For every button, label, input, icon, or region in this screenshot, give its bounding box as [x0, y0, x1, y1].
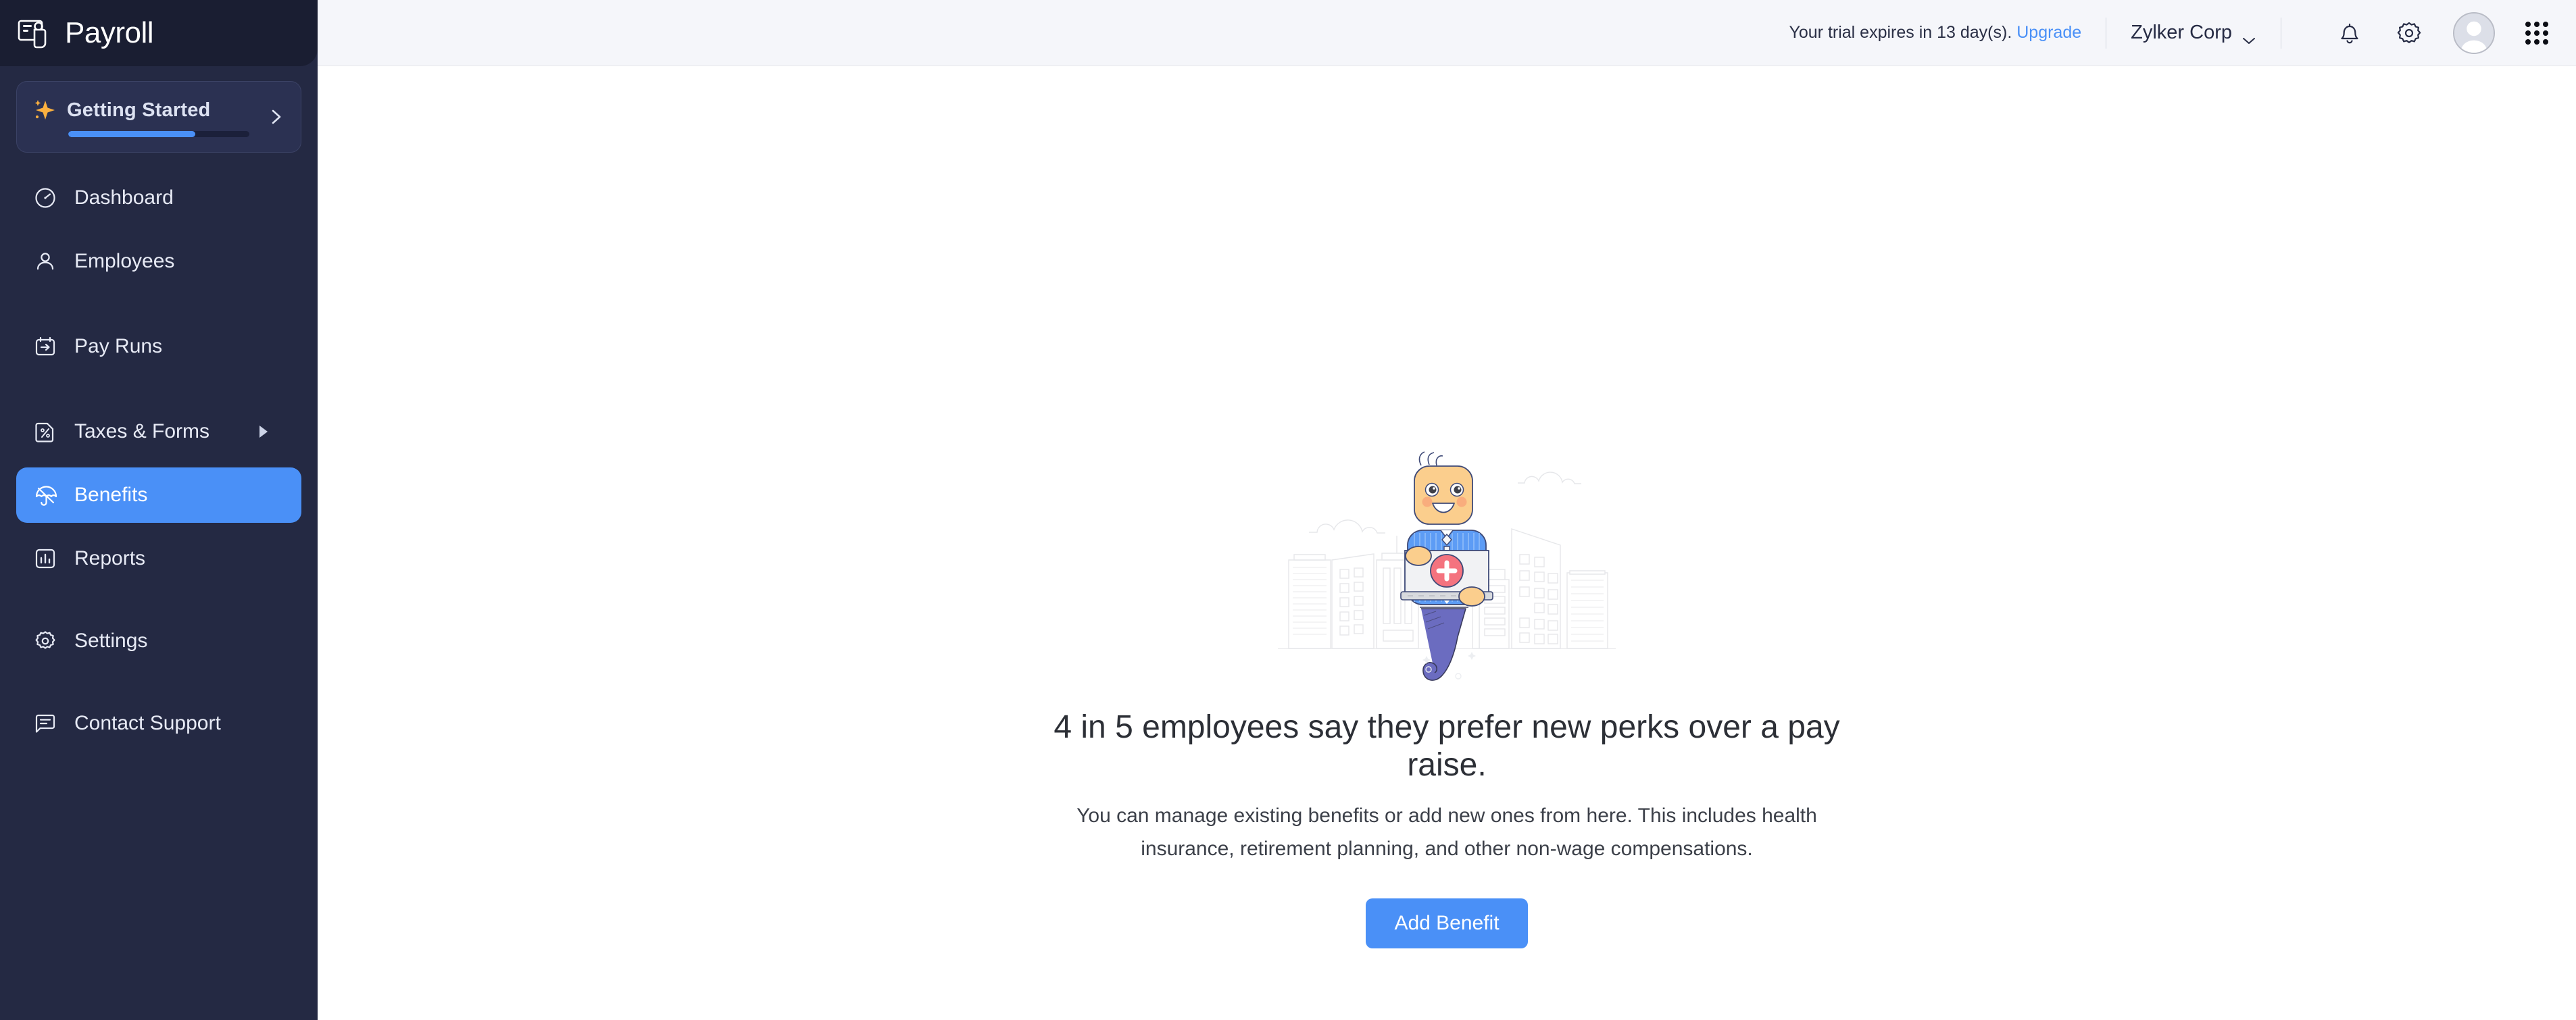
getting-started-progress [68, 131, 249, 137]
upgrade-link[interactable]: Upgrade [2016, 23, 2081, 42]
page-subtext: You can manage existing benefits or add … [1076, 805, 1817, 860]
sidebar-item-dashboard[interactable]: Dashboard [16, 170, 301, 226]
sparkle-icon [32, 97, 59, 124]
sidebar-item-employees[interactable]: Employees [16, 234, 301, 289]
sidebar-item-benefits[interactable]: Benefits [16, 467, 301, 523]
getting-started-label: Getting Started [67, 99, 211, 121]
sidebar-item-taxes-and-forms[interactable]: Taxes & Forms [16, 404, 301, 459]
sidebar: Payroll Getting Started Dashboard Employ… [0, 0, 318, 1020]
percent-doc-icon [32, 419, 58, 444]
sidebar-item-contact-support[interactable]: Contact Support [16, 696, 301, 751]
chat-bubble-icon [32, 711, 58, 736]
page-headline: 4 in 5 employees say they prefer new per… [1054, 709, 1840, 783]
main-content: Your trial expires in 13 day(s). Upgrade… [318, 0, 2576, 1020]
speedometer-icon [32, 185, 58, 211]
org-switcher[interactable]: Zylker Corp [2131, 22, 2256, 44]
sidebar-item-reports[interactable]: Reports [16, 531, 301, 586]
calendar-arrow-icon [32, 334, 58, 359]
sidebar-item-pay-runs[interactable]: Pay Runs [16, 319, 301, 374]
trial-notice: Your trial expires in 13 day(s). Upgrade [1789, 23, 2081, 43]
brand-logo[interactable]: Payroll [0, 0, 318, 66]
top-bar: Your trial expires in 13 day(s). Upgrade… [318, 0, 2576, 66]
gear-icon[interactable] [2394, 18, 2425, 49]
app-root: Payroll Getting Started Dashboard Employ… [0, 0, 2576, 1020]
org-name: Zylker Corp [2131, 22, 2232, 43]
bar-chart-icon [32, 546, 58, 571]
brand-name: Payroll [65, 16, 154, 49]
submenu-caret-icon[interactable] [259, 426, 268, 438]
sidebar-item-label: Reports [74, 547, 146, 569]
bell-icon[interactable] [2334, 18, 2365, 49]
sidebar-item-label: Contact Support [74, 712, 221, 734]
trial-message: Your trial expires in 13 day(s). [1789, 23, 2012, 42]
benefits-empty-state: 4 in 5 employees say they prefer new per… [318, 66, 2576, 1020]
getting-started-row: Getting Started [17, 82, 301, 124]
benefits-character-umbrella-illustration [1264, 428, 1629, 684]
umbrella-icon [32, 482, 58, 508]
sidebar-item-label: Dashboard [74, 186, 174, 209]
apps-grid-icon[interactable] [2522, 18, 2552, 48]
chevron-down-icon [2241, 28, 2256, 44]
getting-started-progress-fill [68, 131, 195, 137]
gear-icon [32, 628, 58, 654]
sidebar-item-settings[interactable]: Settings [16, 613, 301, 669]
payroll-card-icon [16, 15, 53, 51]
add-benefit-button[interactable]: Add Benefit [1366, 898, 1528, 948]
sidebar-item-label: Benefits [74, 484, 148, 506]
sidebar-item-label: Settings [74, 630, 148, 652]
sidebar-item-label: Taxes & Forms [74, 420, 210, 442]
chevron-right-icon[interactable] [267, 108, 284, 126]
sidebar-item-label: Employees [74, 250, 175, 272]
sidebar-nav: Dashboard Employees Pay Runs Taxes & For… [0, 170, 318, 751]
sidebar-item-label: Pay Runs [74, 335, 163, 357]
person-icon [32, 249, 58, 274]
user-avatar[interactable] [2453, 11, 2495, 54]
getting-started-card[interactable]: Getting Started [16, 81, 301, 153]
